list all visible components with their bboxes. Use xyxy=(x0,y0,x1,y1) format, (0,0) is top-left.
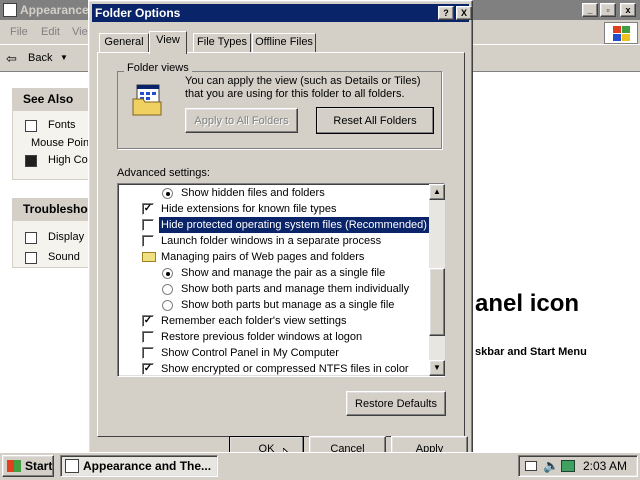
see-also-panel: See Also Fonts Mouse Point High Con xyxy=(12,88,94,180)
advanced-settings-list[interactable]: Show hidden files and folders ✓ Hide exten… xyxy=(117,183,445,377)
fonts-icon xyxy=(25,120,37,132)
taskbar-app-label: Appearance and The... xyxy=(83,459,212,473)
system-tray: 🔈 2:03 AM xyxy=(518,455,638,477)
window-icon xyxy=(3,3,17,17)
setting-label: Show hidden files and folders xyxy=(181,187,325,199)
menu-view[interactable]: Vie xyxy=(72,20,88,44)
tab-general[interactable]: General xyxy=(99,33,149,53)
reset-all-folders-button[interactable]: Reset All Folders xyxy=(316,107,434,134)
see-also-mouse[interactable]: Mouse Point xyxy=(31,137,92,149)
folder-views-description: You can apply the view (such as Details … xyxy=(185,75,421,100)
setting-row[interactable]: Show both parts but manage as a single f… xyxy=(118,297,428,313)
setting-label: Remember each folder's view settings xyxy=(161,315,347,327)
setting-row[interactable]: Launch folder windows in a separate proc… xyxy=(118,233,428,249)
setting-checkbox[interactable] xyxy=(142,331,154,343)
dialog-title-bar[interactable]: Folder Options ? X xyxy=(92,4,472,22)
folder-options-dialog: Folder Options ? X General View File Typ… xyxy=(88,0,473,461)
setting-label: Hide protected operating system files (R… xyxy=(158,216,430,234)
tab-file-types[interactable]: File Types xyxy=(193,33,251,53)
high-contrast-icon xyxy=(25,155,37,167)
setting-label: Show both parts and manage them individu… xyxy=(181,283,410,295)
tab-view[interactable]: View xyxy=(149,31,187,54)
scroll-thumb[interactable] xyxy=(429,268,445,336)
setting-label: Managing pairs of Web pages and folders xyxy=(161,251,365,263)
setting-checkbox[interactable] xyxy=(142,235,154,247)
setting-radio[interactable] xyxy=(162,188,173,199)
network-icon[interactable] xyxy=(561,460,575,472)
setting-row[interactable]: ✓ Remember each folder's view settings xyxy=(118,313,428,329)
setting-label: Show and manage the pair as a single fil… xyxy=(181,267,386,279)
windows-flag-icon xyxy=(7,460,21,472)
content-heading: anel icon xyxy=(475,290,580,317)
menu-file[interactable]: File xyxy=(10,20,28,44)
setting-row[interactable]: Show and manage the pair as a single fil… xyxy=(118,265,428,281)
setting-radio[interactable] xyxy=(162,284,173,295)
setting-label: Show both parts but manage as a single f… xyxy=(181,299,395,311)
setting-radio[interactable] xyxy=(162,300,173,311)
taskbar: Start Appearance and The... 🔈 2:03 AM xyxy=(0,452,640,480)
setting-row[interactable]: Show both parts and manage them individu… xyxy=(118,281,428,297)
setting-row[interactable]: Hide protected operating system files (R… xyxy=(118,216,430,234)
setting-row[interactable]: Restore previous folder windows at logon xyxy=(118,329,428,345)
scroll-up-arrow-icon[interactable]: ▲ xyxy=(429,184,445,200)
setting-label: Restore previous folder windows at logon xyxy=(161,331,363,343)
setting-label: Show encrypted or compressed NTFS files … xyxy=(161,363,409,375)
setting-row[interactable]: ✓ Hide extensions for known file types xyxy=(118,201,428,217)
setting-label: Launch folder windows in a separate proc… xyxy=(161,235,382,247)
see-also-high-contrast[interactable]: High Con xyxy=(48,154,94,166)
setting-label: Hide extensions for known file types xyxy=(161,203,337,215)
troubleshoot-display[interactable]: Display xyxy=(48,231,84,243)
dialog-title: Folder Options xyxy=(95,6,181,20)
close-button[interactable]: x xyxy=(620,3,636,17)
see-also-fonts[interactable]: Fonts xyxy=(48,119,76,131)
minimize-button[interactable]: _ xyxy=(582,3,598,17)
control-panel-icon xyxy=(65,459,79,473)
help-icon xyxy=(25,232,37,244)
setting-row[interactable]: ✓ Show encrypted or compressed NTFS files… xyxy=(118,361,428,376)
setting-label: Show Control Panel in My Computer xyxy=(161,347,339,359)
troubleshoot-panel: Troublesho Display Sound xyxy=(12,198,92,268)
apply-to-all-folders-button[interactable]: Apply to All Folders xyxy=(185,108,298,133)
setting-checkbox[interactable] xyxy=(142,219,154,231)
menu-edit[interactable]: Edit xyxy=(41,20,60,44)
advanced-settings-label: Advanced settings: xyxy=(117,167,210,179)
start-button[interactable]: Start xyxy=(2,455,54,477)
settings-scrollbar[interactable]: ▲ ▼ xyxy=(429,184,445,376)
see-also-heading[interactable]: See Also xyxy=(13,89,91,111)
help-button[interactable]: ? xyxy=(438,6,454,20)
restore-defaults-button[interactable]: Restore Defaults xyxy=(346,391,446,416)
scroll-down-arrow-icon[interactable]: ▼ xyxy=(429,360,445,376)
maximize-button[interactable]: ▫ xyxy=(600,3,616,17)
dialog-close-button[interactable]: X xyxy=(456,6,472,20)
help-icon xyxy=(25,252,37,264)
setting-checkbox[interactable]: ✓ xyxy=(142,203,154,215)
setting-checkbox[interactable]: ✓ xyxy=(142,315,154,327)
setting-radio[interactable] xyxy=(162,268,173,279)
back-button[interactable]: Back xyxy=(28,52,52,64)
setting-row[interactable]: Managing pairs of Web pages and folders xyxy=(118,249,428,265)
troubleshoot-heading[interactable]: Troublesho xyxy=(13,199,91,221)
clock[interactable]: 2:03 AM xyxy=(583,456,627,476)
setting-row[interactable]: Show Control Panel in My Computer xyxy=(118,345,428,361)
tab-offline-files[interactable]: Offline Files xyxy=(252,33,316,53)
keyboard-icon[interactable] xyxy=(525,461,537,471)
volume-icon[interactable]: 🔈 xyxy=(543,456,559,476)
folder-views-legend: Folder views xyxy=(124,62,192,74)
windows-logo-icon xyxy=(604,22,638,44)
taskbar-app-button[interactable]: Appearance and The... xyxy=(60,455,218,477)
start-label: Start xyxy=(25,459,53,473)
troubleshoot-sound[interactable]: Sound xyxy=(48,251,80,263)
setting-checkbox[interactable]: ✓ xyxy=(142,363,154,375)
setting-checkbox[interactable] xyxy=(142,347,154,359)
task-pane: See Also Fonts Mouse Point High Con Trou… xyxy=(0,72,94,452)
content-subheading[interactable]: skbar and Start Menu xyxy=(475,346,587,358)
setting-row[interactable]: Show hidden files and folders xyxy=(118,185,428,201)
back-dropdown-icon[interactable]: ▼ xyxy=(60,53,68,62)
back-arrow-icon[interactable]: ⇦ xyxy=(6,51,17,67)
background-title: Appearance xyxy=(20,3,89,17)
folder-views-icon xyxy=(132,84,162,116)
folder-icon xyxy=(142,252,156,262)
